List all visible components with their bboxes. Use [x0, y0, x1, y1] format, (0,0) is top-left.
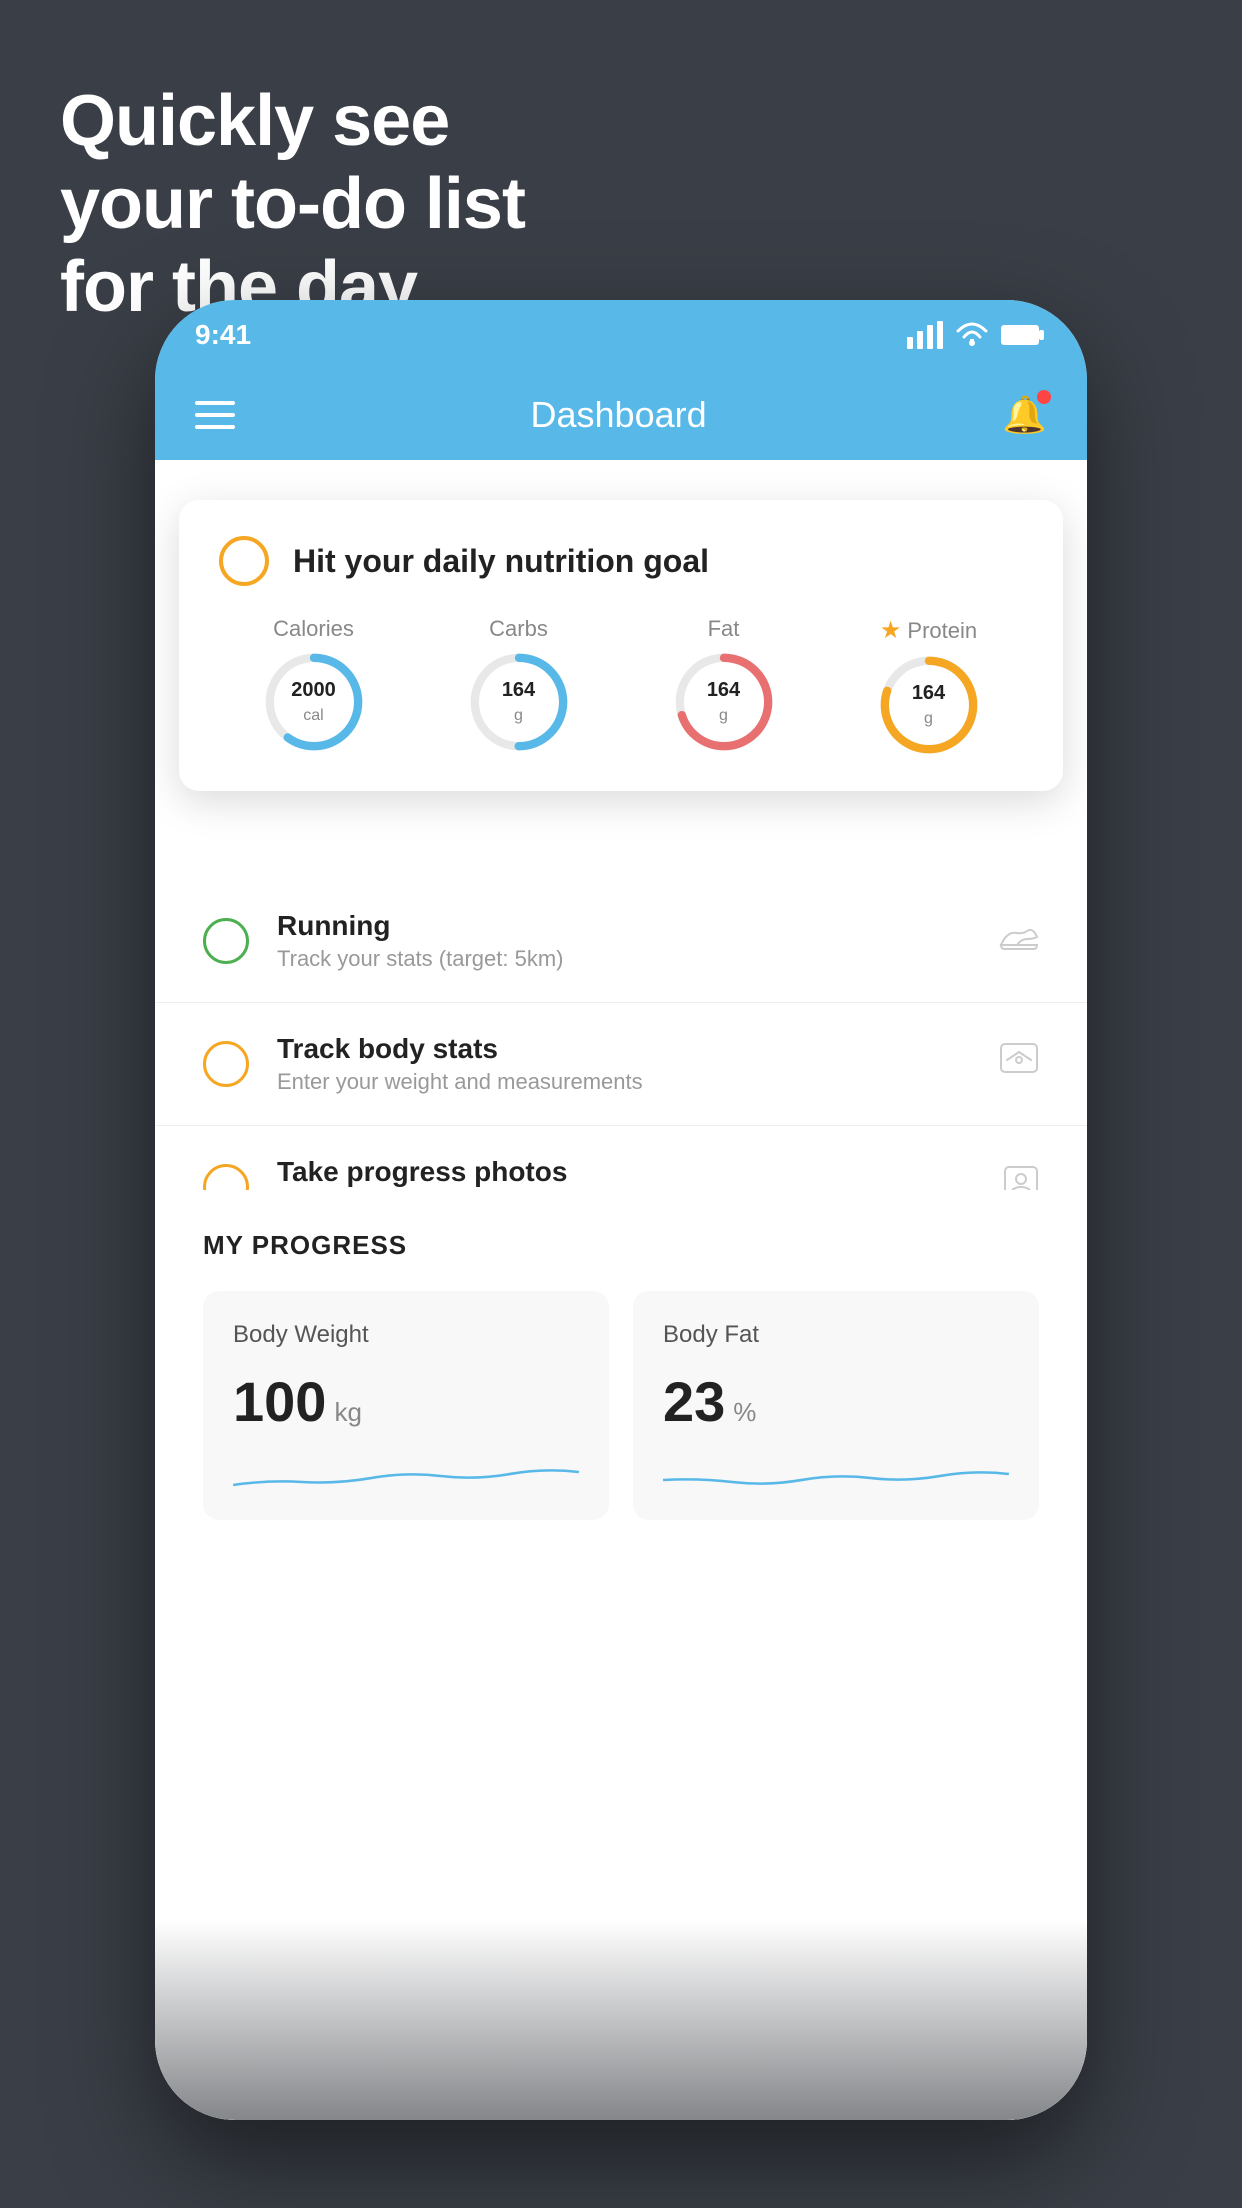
- headline-line1: Quickly see: [60, 80, 525, 163]
- headline-line2: your to-do list: [60, 163, 525, 246]
- protein-value: 164g: [912, 681, 945, 729]
- star-icon: ★: [880, 616, 902, 645]
- body-weight-unit: kg: [334, 1397, 361, 1428]
- stat-protein: ★ Protein 164g: [879, 616, 979, 755]
- todo-item-running[interactable]: Running Track your stats (target: 5km): [155, 880, 1087, 1003]
- fat-donut: 164g: [674, 652, 774, 752]
- body-weight-title: Body Weight: [233, 1321, 579, 1349]
- calories-value: 2000cal: [291, 678, 336, 726]
- stat-calories: Calories 2000cal: [264, 616, 364, 755]
- nutrition-circle-check: [219, 536, 269, 586]
- body-weight-value: 100 kg: [233, 1369, 579, 1434]
- body-weight-number: 100: [233, 1369, 326, 1434]
- nutrition-card-header: Hit your daily nutrition goal: [219, 536, 1023, 586]
- battery-icon: [1001, 323, 1047, 347]
- notification-bell[interactable]: 🔔: [1002, 394, 1047, 436]
- todo-body-stats-circle: [203, 1041, 249, 1087]
- body-fat-number: 23: [663, 1369, 725, 1434]
- stat-carbs-label: Carbs: [489, 616, 548, 642]
- todo-running-text: Running Track your stats (target: 5km): [277, 910, 971, 972]
- main-content: THINGS TO DO TODAY Hit your daily nutrit…: [155, 460, 1087, 2120]
- progress-section: MY PROGRESS Body Weight 100 kg: [155, 1190, 1087, 1560]
- body-fat-title: Body Fat: [663, 1321, 1009, 1349]
- todo-running-subtitle: Track your stats (target: 5km): [277, 946, 971, 972]
- todo-item-body-stats[interactable]: Track body stats Enter your weight and m…: [155, 1003, 1087, 1126]
- carbs-donut: 164g: [469, 652, 569, 752]
- body-fat-value: 23 %: [663, 1369, 1009, 1434]
- body-weight-chart: [233, 1450, 579, 1500]
- progress-cards: Body Weight 100 kg Body Fat 23: [203, 1291, 1039, 1520]
- todo-running-circle: [203, 918, 249, 964]
- phone-bottom-shadow: [155, 1920, 1087, 2120]
- protein-donut: 164g: [879, 655, 979, 755]
- nutrition-stats: Calories 2000cal Carbs: [219, 616, 1023, 755]
- stat-calories-label: Calories: [273, 616, 354, 642]
- calories-donut: 2000cal: [264, 652, 364, 752]
- hamburger-menu[interactable]: [195, 401, 235, 429]
- carbs-value: 164g: [502, 678, 535, 726]
- todo-running-title: Running: [277, 910, 971, 942]
- body-fat-unit: %: [733, 1397, 756, 1428]
- stat-fat-label: Fat: [708, 616, 740, 642]
- todo-body-stats-title: Track body stats: [277, 1033, 971, 1065]
- progress-header: MY PROGRESS: [203, 1230, 1039, 1261]
- progress-card-fat[interactable]: Body Fat 23 %: [633, 1291, 1039, 1520]
- headline: Quickly see your to-do list for the day.: [60, 80, 525, 328]
- wifi-icon: [955, 321, 989, 349]
- stat-fat: Fat 164g: [674, 616, 774, 755]
- phone-frame: 9:41 D: [155, 300, 1087, 2120]
- nav-bar: Dashboard 🔔: [155, 370, 1087, 460]
- nutrition-card-title: Hit your daily nutrition goal: [293, 543, 709, 580]
- nutrition-card[interactable]: Hit your daily nutrition goal Calories 2…: [179, 500, 1063, 791]
- notification-dot: [1037, 390, 1051, 404]
- stat-carbs: Carbs 164g: [469, 616, 569, 755]
- signal-icon: [907, 321, 943, 349]
- body-fat-chart: [663, 1450, 1009, 1500]
- fat-value: 164g: [707, 678, 740, 726]
- progress-card-weight[interactable]: Body Weight 100 kg: [203, 1291, 609, 1520]
- todo-body-stats-subtitle: Enter your weight and measurements: [277, 1069, 971, 1095]
- status-time: 9:41: [195, 319, 251, 351]
- nav-title: Dashboard: [531, 394, 707, 436]
- status-icons: [907, 321, 1047, 349]
- todo-photos-title: Take progress photos: [277, 1156, 975, 1188]
- scale-icon: [999, 1042, 1039, 1087]
- status-bar: 9:41: [155, 300, 1087, 370]
- running-shoe-icon: [999, 920, 1039, 962]
- todo-body-stats-text: Track body stats Enter your weight and m…: [277, 1033, 971, 1095]
- stat-protein-label: ★ Protein: [880, 616, 977, 645]
